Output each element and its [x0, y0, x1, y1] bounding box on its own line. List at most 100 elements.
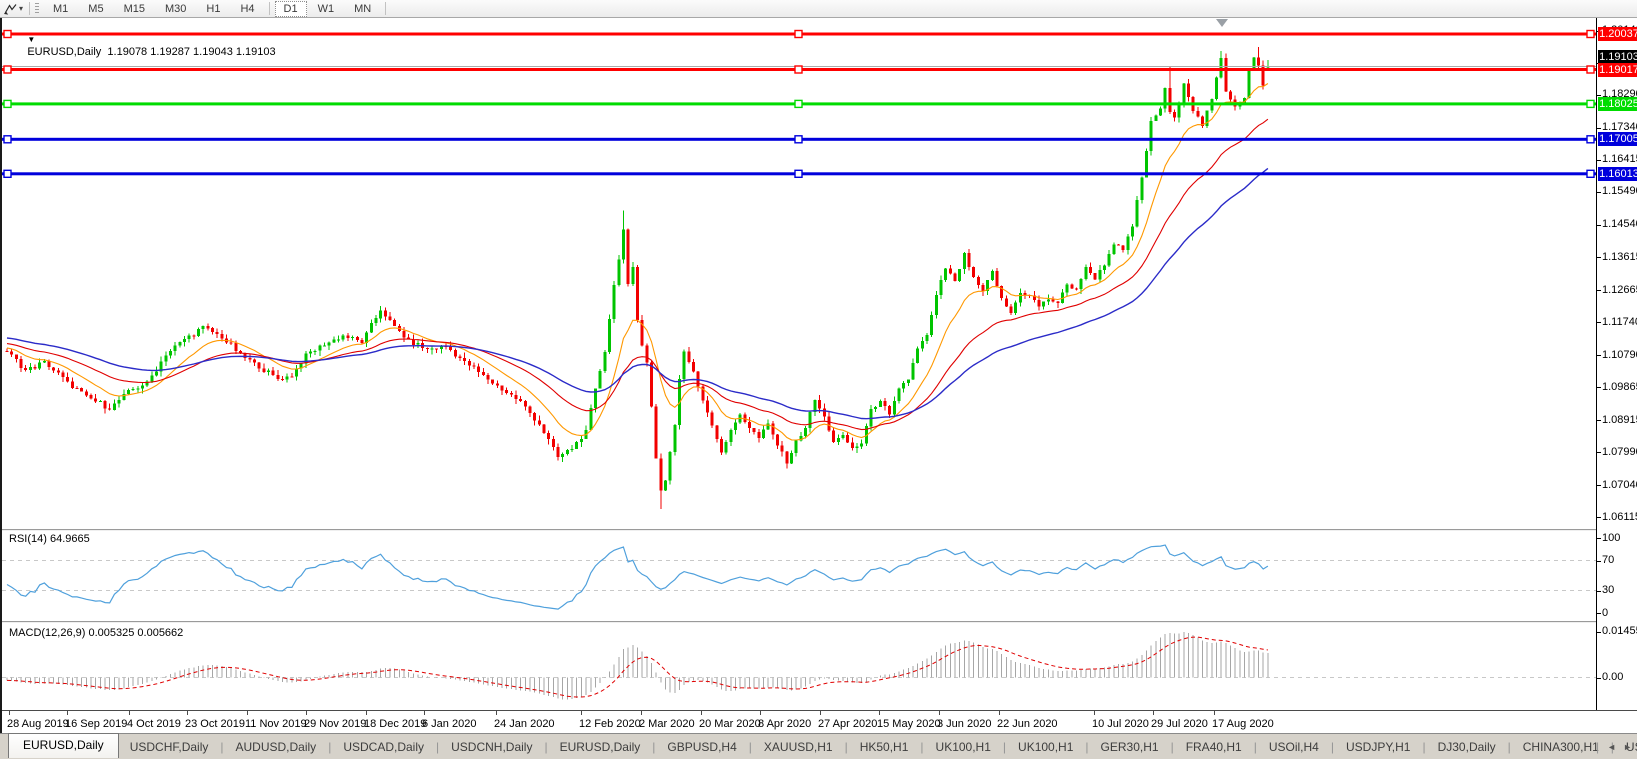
date-tick — [641, 711, 642, 715]
line-handle[interactable] — [794, 99, 803, 109]
ma-fast-line[interactable] — [6, 83, 1269, 441]
date-tick — [701, 711, 702, 715]
chart-tab-15-dj30-daily[interactable]: DJ30,Daily — [1427, 736, 1507, 758]
tabs-scroll-right-button[interactable]: ► — [1623, 742, 1632, 752]
chart-tab-8-hk50-h1[interactable]: HK50,H1 — [849, 736, 920, 758]
date-tick — [129, 711, 130, 715]
timeframe-button-w1[interactable]: W1 — [309, 1, 344, 17]
horizontal-line-1.17005[interactable] — [2, 135, 1596, 144]
axis-tick — [1596, 159, 1601, 161]
candle — [425, 347, 429, 353]
chart-tab-4-usdcnh-daily[interactable]: USDCNH,Daily — [440, 736, 543, 758]
timeframe-button-d1[interactable]: D1 — [274, 0, 307, 17]
line-handle[interactable] — [3, 65, 12, 74]
tool-dropdown-caret-icon[interactable]: ▾ — [19, 4, 23, 13]
timeframe-button-m30[interactable]: M30 — [156, 1, 195, 17]
date-label: 24 Jan 2020 — [494, 718, 555, 730]
horizontal-line-1.19017[interactable] — [2, 65, 1596, 74]
date-tick — [306, 711, 307, 715]
chart-tab-2-audusd-daily[interactable]: AUDUSD,Daily — [225, 736, 328, 758]
candle — [337, 335, 341, 343]
horizontal-line-1.16013[interactable] — [2, 169, 1596, 179]
date-tick — [1214, 711, 1215, 715]
line-handle[interactable] — [794, 65, 803, 74]
chart-tab-6-gbpusd-h4[interactable]: GBPUSD,H4 — [656, 736, 747, 758]
hline-price-tag: 1.17005 — [1598, 132, 1637, 147]
tabs-scroll-left-button[interactable]: ◄ — [1607, 742, 1616, 752]
line-handle[interactable] — [1586, 65, 1595, 74]
macd-axis-label: 0.014556 — [1602, 625, 1637, 638]
line-handle[interactable] — [1586, 135, 1595, 144]
macd-pane[interactable] — [2, 623, 1596, 710]
chart-tab-1-usdchf-daily[interactable]: USDCHF,Daily — [119, 736, 220, 758]
line-handle[interactable] — [3, 169, 12, 179]
pane-splitter[interactable] — [2, 621, 1637, 623]
candle — [1140, 176, 1144, 204]
toolbar-separator — [29, 2, 31, 15]
date-tick — [496, 711, 497, 715]
timeframe-button-h4[interactable]: H4 — [231, 1, 263, 17]
axis-tick — [1596, 191, 1601, 193]
timeframe-button-mn[interactable]: MN — [345, 1, 380, 17]
timeframe-button-m15[interactable]: M15 — [115, 1, 154, 17]
date-label: 23 Oct 2019 — [185, 718, 245, 730]
axis-tick — [1596, 613, 1601, 614]
toolbar-drag-grip[interactable] — [35, 2, 40, 15]
timeframe-button-m5[interactable]: M5 — [79, 1, 112, 17]
chart-tab-14-usdjpy-h1[interactable]: USDJPY,H1 — [1335, 736, 1421, 758]
candle — [757, 429, 761, 443]
line-handle[interactable] — [1586, 99, 1595, 109]
horizontal-line-1.20037[interactable] — [2, 29, 1596, 39]
chart-tab-13-usoil-h4[interactable]: USOil,H4 — [1258, 736, 1330, 758]
candle — [374, 315, 378, 326]
date-label: 29 Jul 2020 — [1151, 718, 1208, 730]
price-axis-label: 1.08915 — [1602, 413, 1637, 426]
chart-shift-marker-icon[interactable] — [1216, 19, 1228, 27]
candle — [944, 268, 948, 283]
date-label: 22 Jun 2020 — [997, 718, 1058, 730]
candle — [365, 330, 369, 347]
line-handle[interactable] — [1586, 169, 1595, 179]
timeframe-button-m1[interactable]: M1 — [44, 1, 77, 17]
line-handle[interactable] — [794, 29, 803, 39]
toolbar-separator — [268, 2, 270, 15]
candle — [173, 342, 177, 356]
chart-tab-11-ger30-h1[interactable]: GER30,H1 — [1090, 736, 1170, 758]
line-handle[interactable] — [3, 99, 12, 109]
line-handle[interactable] — [1586, 29, 1595, 39]
price-axis-label: 1.16415 — [1602, 153, 1637, 166]
chart-tab-9-uk100-h1[interactable]: UK100,H1 — [925, 736, 1002, 758]
chart-tab-3-usdcad-daily[interactable]: USDCAD,Daily — [332, 736, 435, 758]
candle — [285, 373, 289, 383]
draw-tool-icon[interactable] — [3, 2, 18, 15]
candle — [355, 335, 359, 343]
candle — [66, 372, 70, 383]
line-handle[interactable] — [3, 135, 12, 144]
candle — [710, 410, 714, 428]
line-handle[interactable] — [794, 169, 803, 179]
candle — [967, 248, 971, 271]
candle — [318, 344, 322, 356]
horizontal-line-1.18025[interactable] — [2, 99, 1596, 109]
chart-tab-0-eurusd-daily[interactable]: EURUSD,Daily — [8, 733, 119, 758]
chart-tab-12-fra40-h1[interactable]: FRA40,H1 — [1175, 736, 1253, 758]
line-handle[interactable] — [3, 29, 12, 39]
axis-tick — [1596, 224, 1601, 226]
candle — [953, 272, 957, 282]
candle — [5, 348, 9, 352]
chart-tab-5-eurusd-daily[interactable]: EURUSD,Daily — [549, 736, 652, 758]
candle — [267, 368, 270, 376]
chart-tab-10-uk100-h1[interactable]: UK100,H1 — [1007, 736, 1084, 758]
line-handle[interactable] — [794, 135, 803, 144]
candle — [1229, 89, 1232, 103]
axis-tick — [1596, 94, 1601, 96]
price-pane[interactable] — [2, 18, 1596, 529]
timeframe-button-h1[interactable]: H1 — [197, 1, 229, 17]
rsi-pane[interactable] — [2, 531, 1596, 621]
chart-tab-7-xauusd-h1[interactable]: XAUUSD,H1 — [753, 736, 844, 758]
pane-splitter[interactable] — [2, 529, 1637, 531]
candle — [1117, 243, 1120, 246]
candle — [430, 346, 434, 355]
candle — [379, 305, 383, 323]
rsi-line — [6, 544, 1269, 610]
